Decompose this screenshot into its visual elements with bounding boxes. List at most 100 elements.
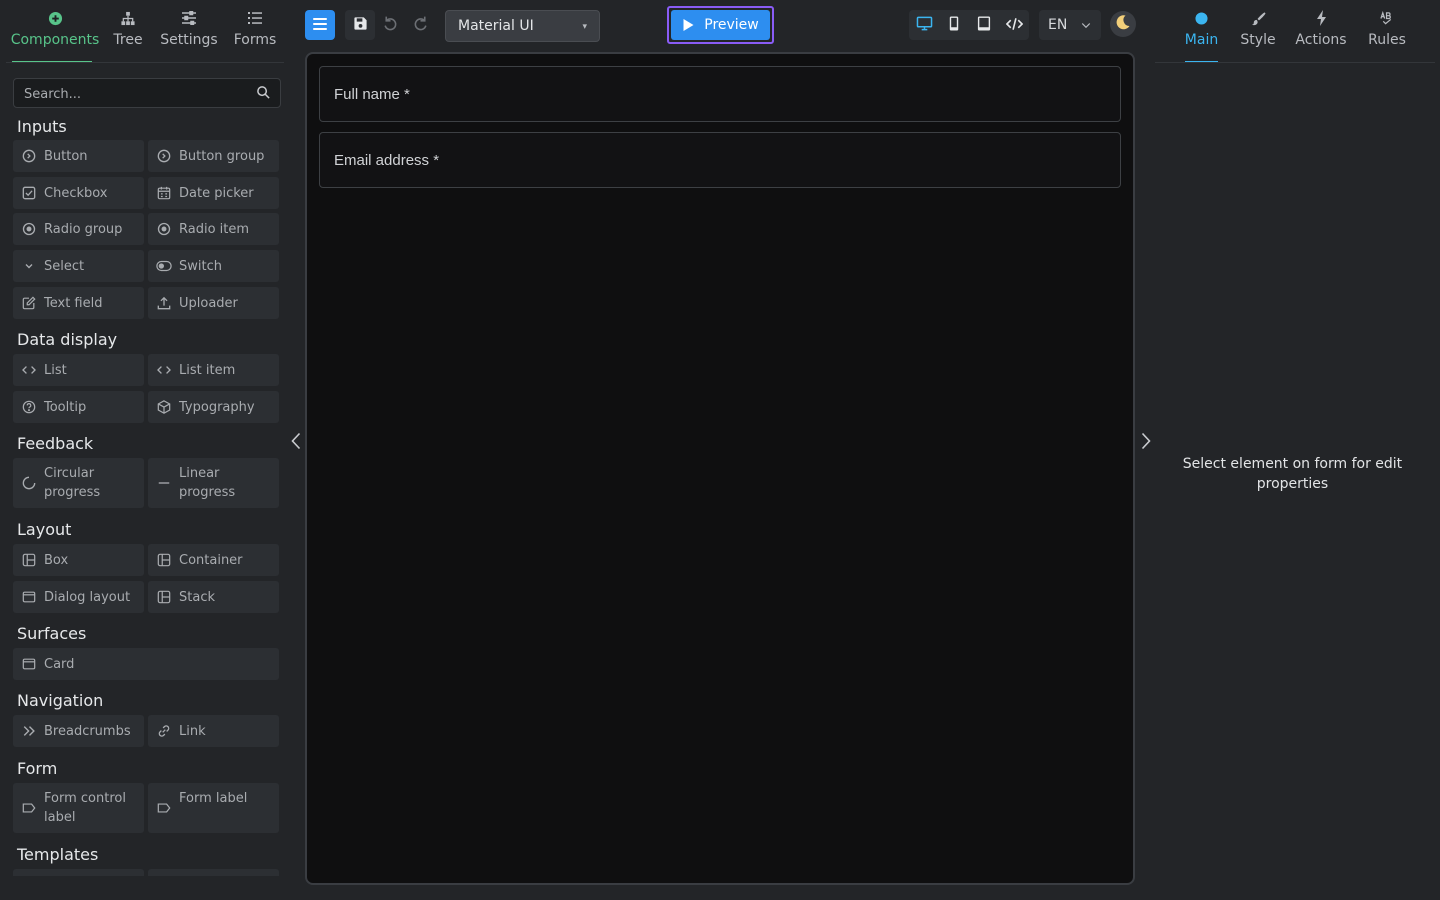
palette-item-checkbox[interactable]: Checkbox: [13, 177, 144, 209]
palette-item-linear-progress[interactable]: Linear progress: [148, 458, 279, 508]
palette-item-box[interactable]: Box: [13, 544, 144, 576]
palette-item-label: Uploader: [179, 295, 238, 311]
mobile-view-button[interactable]: [939, 10, 969, 40]
component-palette: Inputs Button Button group Checkbox Date…: [13, 112, 283, 876]
link-icon: [156, 723, 172, 739]
palette-item-template[interactable]: [13, 869, 144, 876]
palette-item-form-label[interactable]: Form label: [148, 783, 279, 833]
button-icon: [21, 148, 37, 164]
tab-settings[interactable]: Settings: [160, 8, 218, 62]
palette-item-label: Tooltip: [44, 399, 87, 415]
save-button[interactable]: [345, 10, 375, 40]
palette-item-tooltip[interactable]: Tooltip: [13, 391, 144, 423]
switch-icon: [156, 258, 172, 274]
code-view-button[interactable]: [999, 10, 1029, 40]
tab-forms[interactable]: Forms: [232, 8, 278, 62]
email-address-field[interactable]: Email address *: [319, 132, 1121, 188]
palette-item-card[interactable]: Card: [13, 648, 279, 680]
section-title-layout: Layout: [17, 520, 72, 539]
tablet-view-button[interactable]: [969, 10, 999, 40]
redo-icon: [412, 15, 429, 36]
palette-item-list[interactable]: List: [13, 354, 144, 386]
palette-item-label: Dialog layout: [44, 589, 131, 605]
label-tag-icon: [156, 800, 172, 816]
palette-item-form-control-label[interactable]: Form control label: [13, 783, 144, 833]
desktop-view-button[interactable]: [909, 10, 939, 40]
palette-item-label: List item: [179, 362, 236, 378]
palette-item-label: Date picker: [179, 185, 254, 201]
palette-item-label: Button: [44, 148, 88, 164]
list-icon: [247, 8, 263, 28]
section-title-form: Form: [17, 759, 58, 778]
properties-empty-hint: Select element on form for edit properti…: [1182, 456, 1403, 492]
dark-mode-toggle[interactable]: [1110, 11, 1136, 37]
tab-components[interactable]: Components: [10, 8, 100, 62]
tab-rules[interactable]: Rules: [1366, 8, 1408, 62]
palette-item-label: Container: [179, 552, 243, 568]
search-icon[interactable]: [256, 85, 272, 101]
palette-item-uploader[interactable]: Uploader: [148, 287, 279, 319]
device-switcher: [909, 10, 1029, 40]
search-input[interactable]: [24, 85, 249, 103]
palette-item-container[interactable]: Container: [148, 544, 279, 576]
form-canvas[interactable]: Full name * Email address *: [305, 52, 1135, 885]
redo-button[interactable]: [407, 10, 433, 40]
palette-item-button-group[interactable]: Button group: [148, 140, 279, 172]
palette-item-label: Linear progress: [179, 466, 236, 500]
tab-label: Components: [10, 32, 100, 48]
tab-label: Actions: [1295, 32, 1347, 48]
palette-item-text-field[interactable]: Text field: [13, 287, 144, 319]
desktop-icon: [916, 16, 933, 35]
palette-item-radio-group[interactable]: Radio group: [13, 213, 144, 245]
calendar-icon: [156, 185, 172, 201]
palette-item-stack[interactable]: Stack: [148, 581, 279, 613]
palette-item-breadcrumbs[interactable]: Breadcrumbs: [13, 715, 144, 747]
palette-item-switch[interactable]: Switch: [148, 250, 279, 282]
palette-item-typography[interactable]: Typography: [148, 391, 279, 423]
palette-item-label: Select: [44, 258, 85, 274]
palette-item-dialog-layout[interactable]: Dialog layout: [13, 581, 144, 613]
collapse-right-panel-button[interactable]: [1137, 432, 1155, 454]
palette-item-radio-item[interactable]: Radio item: [148, 213, 279, 245]
menu-button[interactable]: [305, 10, 335, 40]
palette-item-date-picker[interactable]: Date picker: [148, 177, 279, 209]
double-chevron-icon: [21, 723, 37, 739]
lightning-icon: [1316, 8, 1327, 28]
chevron-down-icon: [21, 258, 37, 274]
edit-icon: [21, 295, 37, 311]
tab-label: Forms: [233, 32, 277, 48]
tab-tree[interactable]: Tree: [108, 8, 148, 62]
collapse-left-panel-button[interactable]: [287, 432, 305, 454]
undo-button[interactable]: [377, 10, 403, 40]
palette-item-template[interactable]: [148, 869, 279, 876]
language-select[interactable]: EN: [1039, 10, 1101, 40]
palette-item-circular-progress[interactable]: Circular progress: [13, 458, 144, 508]
palette-item-select[interactable]: Select: [13, 250, 144, 282]
mobile-icon: [949, 15, 959, 35]
palette-item-button[interactable]: Button: [13, 140, 144, 172]
palette-item-label: Circular progress: [44, 466, 101, 500]
cube-icon: [156, 399, 172, 415]
tab-label: Rules: [1368, 32, 1406, 48]
section-title-surfaces: Surfaces: [17, 624, 87, 643]
tab-style[interactable]: Style: [1238, 8, 1278, 62]
code-icon: [1005, 16, 1023, 35]
code-icon: [156, 362, 172, 378]
palette-item-list-item[interactable]: List item: [148, 354, 279, 386]
palette-item-label: Switch: [179, 258, 222, 274]
section-title-navigation: Navigation: [17, 691, 104, 710]
language-value: EN: [1048, 17, 1068, 33]
field-label: Full name *: [334, 85, 410, 103]
tab-actions[interactable]: Actions: [1294, 8, 1348, 62]
palette-item-link[interactable]: Link: [148, 715, 279, 747]
ui-library-select[interactable]: Material UI ▾: [445, 10, 600, 42]
layout-icon: [21, 552, 37, 568]
palette-item-label: Breadcrumbs: [44, 723, 131, 739]
preview-button[interactable]: Preview: [671, 10, 770, 40]
button-group-icon: [156, 148, 172, 164]
checkbox-icon: [21, 185, 37, 201]
full-name-field[interactable]: Full name *: [319, 66, 1121, 122]
tab-main[interactable]: Main: [1181, 8, 1222, 62]
radio-icon: [21, 221, 37, 237]
palette-item-label: Box: [44, 552, 69, 568]
